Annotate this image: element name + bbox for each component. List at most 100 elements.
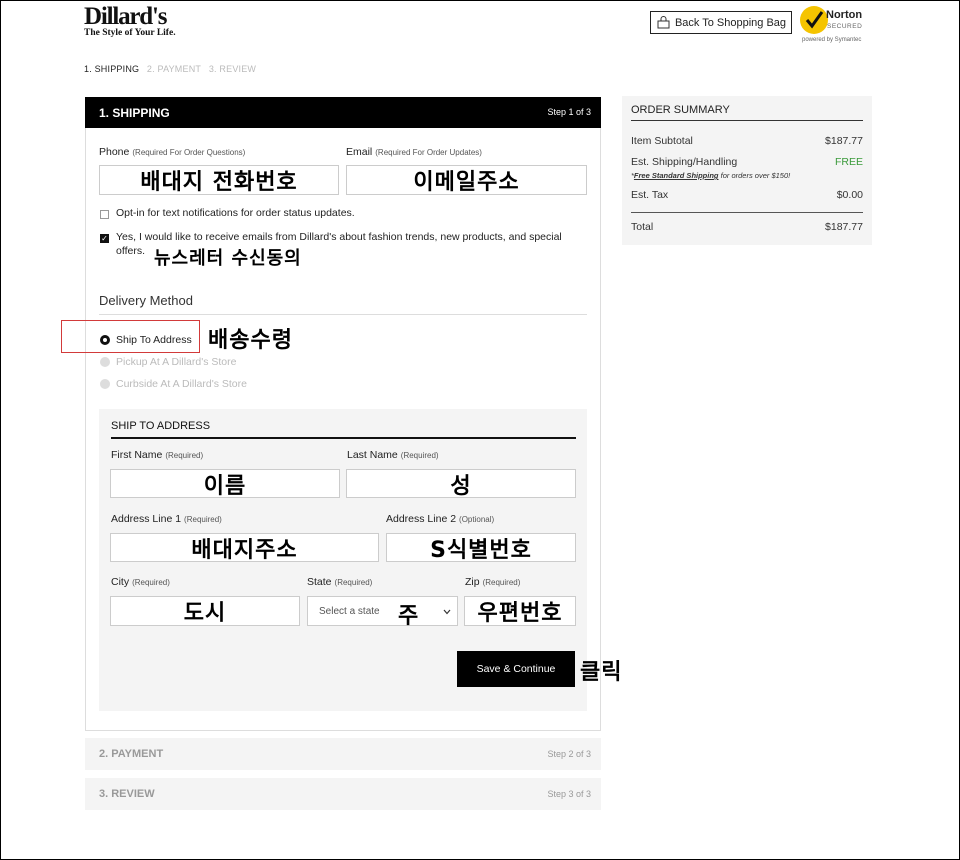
- state-placeholder: Select a state: [319, 605, 380, 617]
- address-line1-required: (Required): [184, 515, 222, 524]
- last-name-label-text: Last Name: [347, 449, 398, 461]
- total-value: $187.77: [825, 221, 863, 233]
- address-line2-label-text: Address Line 2: [386, 513, 457, 525]
- ship-to-address-title: SHIP TO ADDRESS: [111, 420, 211, 432]
- last-name-label: Last Name (Required): [347, 449, 439, 461]
- email-label-text: Email: [346, 146, 373, 158]
- total-label: Total: [631, 221, 654, 233]
- tax-label: Est. Tax: [631, 189, 669, 201]
- back-button-label: Back To Shopping Bag: [674, 16, 787, 29]
- state-note: 주: [398, 604, 420, 629]
- dillards-logo[interactable]: Dillard's The Style of Your Life.: [84, 3, 176, 39]
- norton-secured-badge: Norton SECURED powered by Symantec: [800, 5, 875, 47]
- save-continue-label: Save & Continue: [476, 663, 556, 675]
- last-name-field[interactable]: 성: [346, 469, 576, 499]
- pickup-store-label[interactable]: Pickup At A Dillard's Store: [116, 356, 236, 368]
- first-name-required: (Required): [165, 451, 204, 460]
- state-select[interactable]: Select a state 주: [307, 596, 458, 629]
- back-to-shopping-bag-button[interactable]: Back To Shopping Bag: [650, 11, 792, 34]
- city-label: City (Required): [111, 576, 170, 588]
- state-label: State (Required): [307, 576, 372, 588]
- curbside-radio[interactable]: [100, 379, 110, 389]
- subtotal-value: $187.77: [825, 135, 863, 147]
- curbside-label[interactable]: Curbside At A Dillard's Store: [116, 378, 247, 390]
- shipping-row: Est. Shipping/Handling FREE: [631, 156, 863, 168]
- newsletter-checkbox[interactable]: ✓: [100, 234, 109, 243]
- norton-check-icon: [800, 6, 828, 34]
- payment-section-header[interactable]: 2. PAYMENT Step 2 of 3: [85, 738, 601, 770]
- tax-row: Est. Tax $0.00: [631, 189, 863, 201]
- email-field[interactable]: 이메일주소: [346, 165, 587, 195]
- zip-field[interactable]: 우편번호: [464, 596, 576, 626]
- norton-powered-text: powered by Symantec: [802, 37, 862, 43]
- ship-to-address-radio[interactable]: [100, 335, 110, 345]
- address-line1-value: 배대지주소: [191, 537, 298, 563]
- pickup-store-radio[interactable]: [100, 357, 110, 367]
- address-line1-label-text: Address Line 1: [111, 513, 182, 525]
- logo-name: Dillard's: [84, 3, 167, 30]
- address-line1-label: Address Line 1 (Required): [111, 513, 222, 525]
- subtotal-label: Item Subtotal: [631, 135, 693, 147]
- zip-label-text: Zip: [465, 576, 480, 588]
- review-title: 3. REVIEW: [99, 788, 155, 800]
- shipping-step: Step 1 of 3: [547, 107, 591, 117]
- payment-step: Step 2 of 3: [547, 749, 591, 759]
- norton-name: Norton: [826, 9, 863, 21]
- city-required: (Required): [132, 578, 170, 587]
- shipping-est-label: Est. Shipping/Handling: [631, 156, 738, 168]
- step-shipping: 1. SHIPPING: [84, 64, 140, 74]
- order-summary: ORDER SUMMARY Item Subtotal $187.77 Est.…: [622, 96, 872, 245]
- city-field[interactable]: 도시: [110, 596, 300, 626]
- zip-value: 우편번호: [477, 601, 563, 626]
- address-line2-optional: (Optional): [459, 515, 495, 524]
- city-value: 도시: [183, 601, 227, 626]
- step-review: 3. REVIEW: [208, 64, 257, 74]
- summary-total-rule: [631, 212, 863, 213]
- norton-secured-text: SECURED: [827, 23, 863, 30]
- ship-to-address-label[interactable]: Ship To Address: [116, 334, 192, 346]
- step-payment: 2. PAYMENT: [146, 64, 202, 74]
- first-name-label: First Name (Required): [111, 449, 203, 461]
- state-required: (Required): [334, 578, 373, 587]
- email-label: Email (Required For Order Updates): [346, 146, 482, 158]
- logo-tagline: The Style of Your Life.: [84, 28, 176, 38]
- shipping-title: 1. SHIPPING: [99, 106, 170, 120]
- phone-label-text: Phone: [99, 146, 130, 158]
- payment-title: 2. PAYMENT: [99, 748, 164, 760]
- first-name-value: 이름: [203, 473, 247, 499]
- delivery-divider: [99, 314, 587, 315]
- subtotal-row: Item Subtotal $187.77: [631, 135, 863, 147]
- save-continue-button[interactable]: Save & Continue: [457, 651, 575, 687]
- total-row: Total $187.77: [631, 221, 863, 233]
- free-shipping-note-text: for orders over $150!: [720, 171, 791, 180]
- text-optin-label: Opt-in for text notifications for order …: [116, 207, 355, 219]
- first-name-field[interactable]: 이름: [110, 469, 340, 499]
- free-standard-shipping-link[interactable]: Free Standard Shipping: [634, 171, 719, 180]
- delivery-note: 배송수령: [208, 328, 293, 353]
- shipping-header: 1. SHIPPING Step 1 of 3: [85, 97, 601, 128]
- address-line1-field[interactable]: 배대지주소: [110, 533, 379, 563]
- free-shipping-note: *Free Standard Shipping for orders over …: [631, 171, 791, 180]
- address-title-rule: [111, 437, 576, 439]
- phone-field[interactable]: 배대지 전화번호: [99, 165, 339, 195]
- tax-value: $0.00: [836, 189, 863, 201]
- checkout-steps: 1. SHIPPING 2. PAYMENT 3. REVIEW: [84, 64, 261, 74]
- email-value: 이메일주소: [413, 170, 520, 195]
- newsletter-note: 뉴스레터 수신동의: [154, 248, 302, 269]
- zip-label: Zip (Required): [465, 576, 520, 588]
- address-line2-label: Address Line 2 (Optional): [386, 513, 494, 525]
- address-line2-field[interactable]: S식별번호: [386, 533, 576, 563]
- delivery-method-title: Delivery Method: [99, 293, 193, 308]
- summary-title-rule: [631, 120, 863, 121]
- last-name-required: (Required): [400, 451, 439, 460]
- phone-value: 배대지 전화번호: [140, 170, 298, 195]
- order-summary-title: ORDER SUMMARY: [631, 104, 730, 116]
- phone-label: Phone (Required For Order Questions): [99, 146, 245, 158]
- phone-required: (Required For Order Questions): [132, 148, 246, 157]
- review-step: Step 3 of 3: [547, 789, 591, 799]
- chevron-down-icon: [443, 609, 451, 615]
- text-optin-checkbox[interactable]: [100, 210, 109, 219]
- shopping-bag-icon: [657, 16, 670, 29]
- review-section-header[interactable]: 3. REVIEW Step 3 of 3: [85, 778, 601, 810]
- state-label-text: State: [307, 576, 332, 588]
